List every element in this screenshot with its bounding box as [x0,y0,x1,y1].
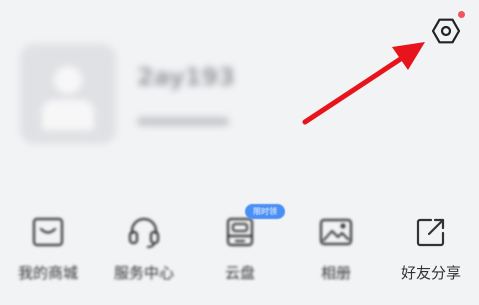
profile-header: 2ay193 [0,0,479,200]
shortcut-album[interactable]: 相册 [288,212,384,292]
account-id-placeholder [137,117,229,126]
avatar-body [42,100,94,130]
notification-dot [458,11,465,18]
shortcut-label: 我的商城 [17,264,78,282]
shortcut-label: 相册 [320,264,351,282]
shortcut-my-store[interactable]: 我的商城 [0,212,96,292]
image-icon [319,218,353,246]
profile-screen: 2ay193 我的商城 服务中心 云盘 限时领 相册 好友分享 [0,0,479,305]
share-icon [416,218,445,247]
shortcut-service-center[interactable]: 服务中心 [96,212,192,292]
headset-icon [128,217,160,248]
shortcut-label: 好友分享 [400,264,461,282]
settings-icon [431,18,461,44]
store-icon [32,217,64,247]
avatar[interactable] [20,44,116,144]
promo-badge: 限时领 [245,204,285,219]
avatar-head [54,66,82,94]
shortcut-label: 服务中心 [113,264,174,282]
shortcut-share-with-friends[interactable]: 好友分享 [383,212,479,292]
username[interactable]: 2ay193 [137,63,235,91]
shortcut-label: 云盘 [224,264,255,282]
shortcut-cloud-drive[interactable]: 云盘 [192,212,288,292]
